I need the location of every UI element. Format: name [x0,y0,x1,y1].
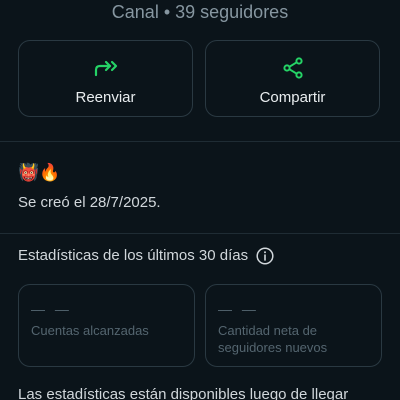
info-icon[interactable] [256,247,274,265]
share-label: Compartir [259,89,326,106]
forward-label: Reenviar [75,89,136,106]
section-divider [0,233,400,234]
stat-label: Cuentas alcanzadas [31,323,149,338]
stat-value: — — [31,301,72,317]
stat-label: Cantidad neta de seguidores nuevos [218,323,328,355]
channel-created-date: Se creó el 28/7/2025. [18,194,161,211]
channel-description-emojis: 👹🔥 [18,163,61,182]
stats-availability-note: Las estadísticas están disponibles luego… [18,386,349,400]
share-icon [206,55,379,81]
forward-icon [19,55,192,81]
channel-subtitle: Canal • 39 seguidores [111,2,289,22]
stats-header: Estadísticas de los últimos 30 días [18,246,274,266]
forward-button[interactable]: Reenviar [18,40,193,117]
channel-info-screen: Canal • 39 seguidores Reenviar Compartir… [0,0,400,400]
stat-card-reached-accounts: — — Cuentas alcanzadas [18,284,195,367]
channel-actions: Reenviar Compartir [18,40,382,119]
stat-card-net-followers: — — Cantidad neta de seguidores nuevos [205,284,382,367]
share-button[interactable]: Compartir [205,40,380,117]
section-divider [0,141,400,142]
stat-value: — — [218,301,259,317]
stats-title: Estadísticas de los últimos 30 días [18,247,249,264]
